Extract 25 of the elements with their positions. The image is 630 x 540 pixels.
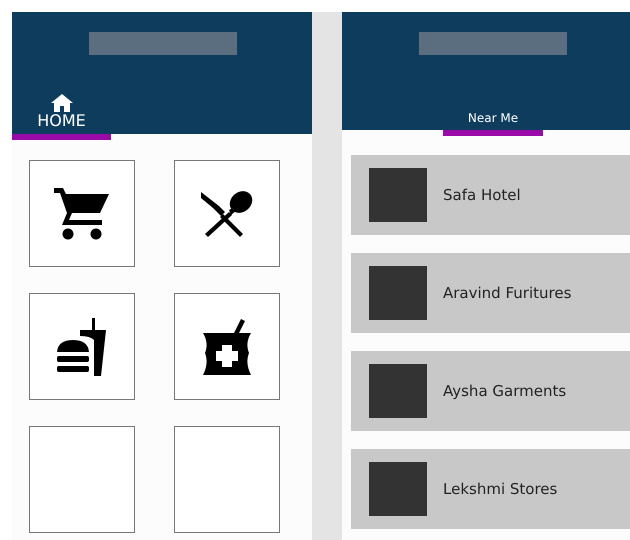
tab[interactable]: Near Me [443, 112, 543, 136]
place-card[interactable]: Lekshmi Stores [351, 449, 630, 529]
place-name: Aravind Furitures [443, 284, 572, 302]
home-icon [50, 94, 72, 112]
place-name: Lekshmi Stores [443, 480, 558, 498]
tab[interactable]: HOME [12, 94, 111, 140]
place-name: Aysha Garments [443, 382, 566, 400]
knife-spoon-icon [199, 190, 255, 238]
burger-drink-icon [56, 318, 108, 376]
shopping-cart-icon [54, 188, 110, 240]
category-tile[interactable] [29, 160, 135, 267]
category-tile[interactable] [174, 293, 280, 400]
empty-tile[interactable] [29, 426, 135, 533]
place-name: Safa Hotel [443, 186, 521, 204]
thumbnail-placeholder [369, 462, 427, 516]
thumbnail-placeholder [369, 266, 427, 320]
thumbnail-placeholder [369, 364, 427, 418]
mortar-cross-icon [201, 318, 253, 374]
category-tile[interactable] [174, 160, 280, 267]
place-card[interactable]: Aysha Garments [351, 351, 630, 431]
place-card[interactable]: Aravind Furitures [351, 253, 630, 333]
thumbnail-placeholder [369, 168, 427, 222]
category-tile[interactable] [29, 293, 135, 400]
place-card[interactable]: Safa Hotel [351, 155, 630, 235]
empty-tile[interactable] [174, 426, 280, 533]
